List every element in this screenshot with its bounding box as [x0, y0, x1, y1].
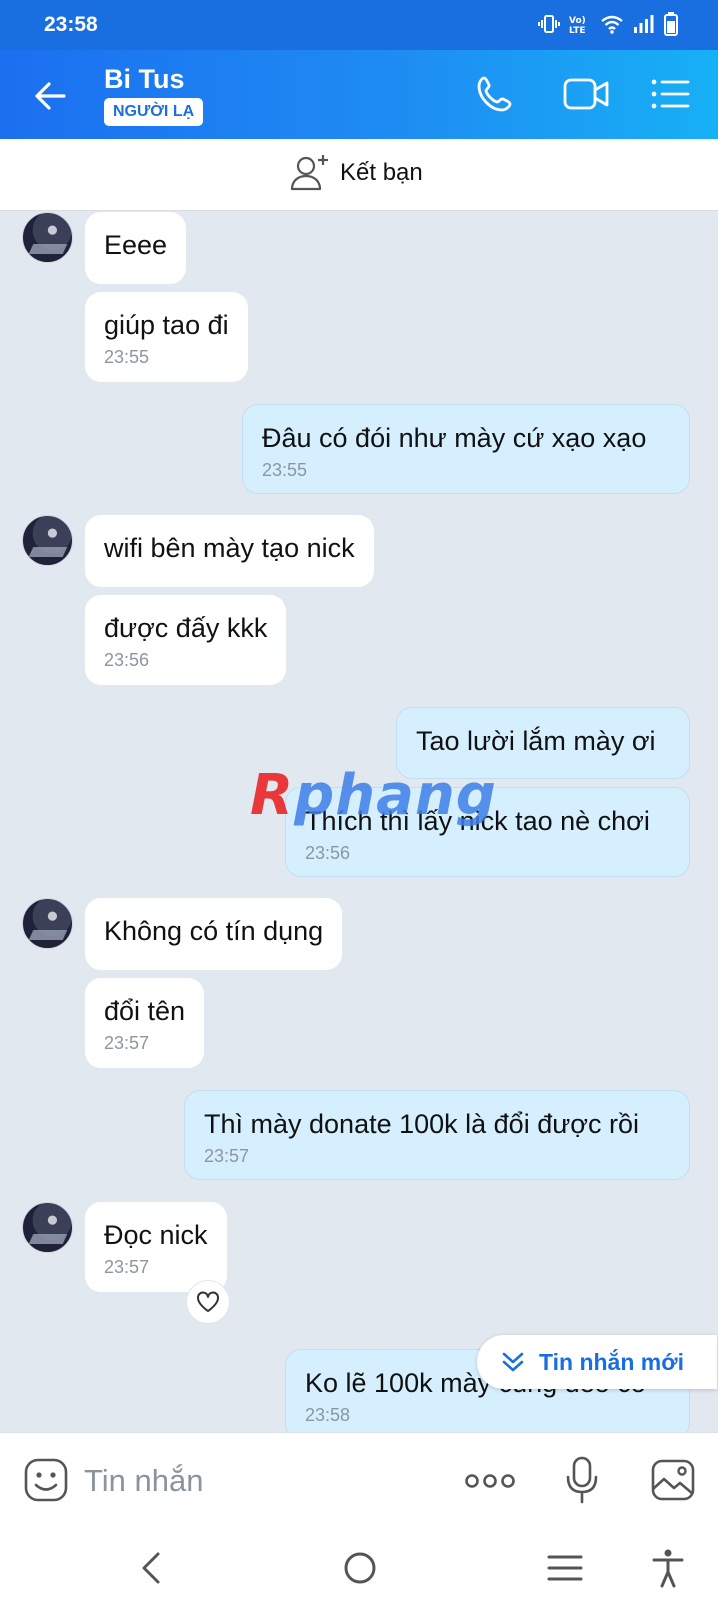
message-bubble-in[interactable]: Không có tín dụng [85, 898, 343, 970]
status-time: 23:58 [44, 13, 98, 36]
status-icons: Vo) LTE [538, 12, 678, 36]
message-text: Không có tín dụng [104, 916, 324, 946]
nav-recent-apps-button[interactable] [545, 1548, 585, 1588]
message-text: wifi bên mày tạo nick [104, 533, 355, 563]
message-text: đổi tên [104, 996, 186, 1026]
message-composer [0, 1432, 718, 1532]
message-time: 23:57 [204, 1146, 250, 1166]
message-bubble-in[interactable]: Đọc nick 23:57 [85, 1202, 227, 1292]
message-time: 23:56 [305, 843, 351, 863]
react-heart-button[interactable] [186, 1280, 230, 1324]
avatar[interactable] [22, 1202, 73, 1253]
message-time: 23:55 [104, 347, 150, 367]
message-bubble-in[interactable]: wifi bên mày tạo nick [85, 515, 374, 587]
new-messages-button[interactable]: Tin nhắn mới [477, 1335, 717, 1389]
back-button[interactable] [30, 76, 70, 116]
message-bubble-out[interactable]: Đâu có đói như mày cứ xạo xạo 23:55 [242, 404, 690, 494]
list-menu-icon [651, 79, 690, 109]
message-text: Đọc nick [104, 1220, 208, 1250]
message-bubble-in[interactable]: Eeee [85, 212, 187, 284]
message-bubble-in[interactable]: được đấy kkk 23:56 [85, 595, 287, 685]
back-arrow-icon [35, 82, 66, 110]
video-camera-icon [563, 78, 609, 110]
avatar[interactable] [22, 898, 73, 949]
message-text: Thích thì lấy nick tao nè chơi [305, 806, 650, 836]
options-menu-button[interactable] [650, 74, 698, 118]
more-options-button[interactable] [464, 1463, 516, 1499]
contact-name[interactable]: Bi Tus [104, 64, 185, 95]
system-nav-bar [0, 1532, 718, 1600]
voice-message-button[interactable] [564, 1455, 600, 1505]
message-input[interactable] [84, 1459, 424, 1503]
add-friend-bar: Kết bạn [0, 139, 718, 211]
stranger-badge: NGƯỜI LẠ [104, 98, 204, 126]
wifi-icon [600, 14, 624, 34]
message-text: giúp tao đi [104, 310, 229, 340]
heart-icon [197, 1291, 219, 1312]
status-bar: 23:58 Vo) LTE [0, 0, 718, 50]
emoji-button[interactable] [23, 1457, 69, 1503]
signal-icon [633, 14, 655, 34]
emoji-icon [24, 1458, 68, 1502]
message-time: 23:57 [104, 1257, 150, 1277]
message-bubble-out[interactable]: Thích thì lấy nick tao nè chơi 23:56 [285, 787, 690, 877]
nav-home-button[interactable] [340, 1548, 380, 1588]
avatar[interactable] [22, 212, 73, 263]
add-friend-button[interactable]: Kết bạn [290, 153, 423, 193]
nav-recent-icon [547, 1555, 583, 1581]
voice-call-button[interactable] [475, 74, 523, 118]
new-messages-label: Tin nhắn mới [539, 1348, 684, 1375]
send-image-button[interactable] [650, 1457, 696, 1503]
more-dots-icon [465, 1474, 515, 1488]
nav-home-icon [344, 1552, 376, 1584]
battery-icon [664, 12, 678, 36]
svg-text:Vo): Vo) [569, 16, 586, 26]
message-text: Đâu có đói như mày cứ xạo xạo [262, 423, 647, 453]
message-time: 23:58 [305, 1405, 351, 1425]
message-time: 23:56 [104, 650, 150, 670]
video-call-button[interactable] [563, 74, 611, 118]
phone-icon [477, 76, 512, 112]
chat-header: Bi Tus NGƯỜI LẠ [0, 50, 718, 139]
add-friend-label: Kết bạn [340, 159, 423, 186]
message-bubble-in[interactable]: đổi tên 23:57 [85, 978, 205, 1068]
volte-icon: Vo) LTE [569, 14, 591, 36]
nav-back-button[interactable] [132, 1548, 172, 1588]
message-time: 23:57 [104, 1033, 150, 1053]
message-time: 23:55 [262, 460, 308, 480]
message-text: Thì mày donate 100k là đổi được rồi [204, 1109, 640, 1139]
message-text: Tao lười lắm mày ơi [416, 726, 656, 756]
svg-text:LTE: LTE [569, 26, 586, 36]
message-text: Eeee [104, 230, 168, 260]
message-text: được đấy kkk [104, 613, 268, 643]
nav-back-icon [142, 1552, 160, 1584]
vibrate-icon [538, 14, 560, 34]
message-bubble-out[interactable]: Tao lười lắm mày ơi [396, 707, 690, 779]
avatar[interactable] [22, 515, 73, 566]
accessibility-icon [652, 1549, 684, 1588]
message-bubble-in[interactable]: giúp tao đi 23:55 [85, 292, 248, 382]
microphone-icon [566, 1456, 598, 1504]
double-chevron-down-icon [502, 1352, 524, 1372]
message-bubble-out[interactable]: Thì mày donate 100k là đổi được rồi 23:5… [184, 1090, 690, 1180]
image-icon [651, 1459, 695, 1501]
accessibility-button[interactable] [648, 1548, 688, 1588]
add-person-icon [290, 155, 328, 191]
